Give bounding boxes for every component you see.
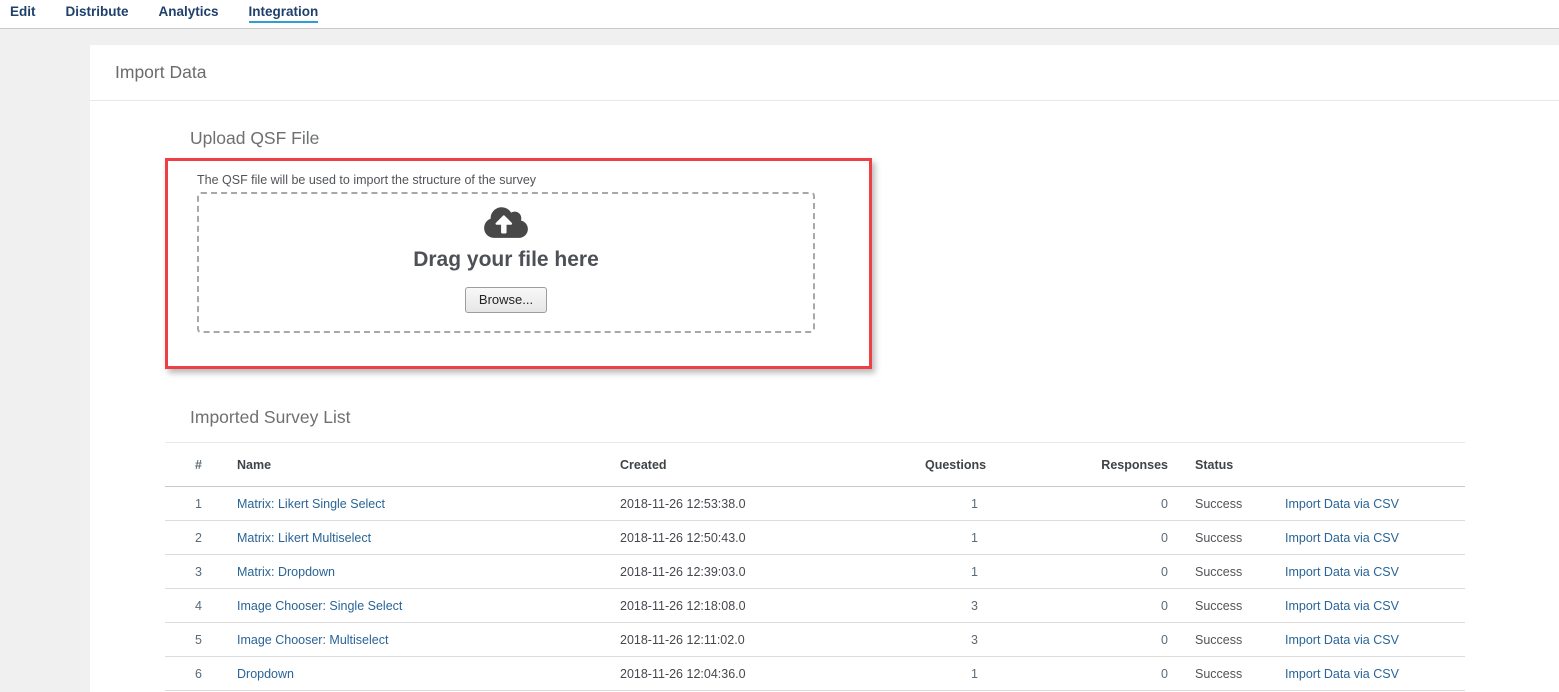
survey-name-link[interactable]: Dropdown [237,667,294,681]
dropzone-label: Drag your file here [413,248,599,272]
nav-item-edit[interactable]: Edit [10,5,36,24]
table-row: 1 Matrix: Likert Single Select 2018-11-2… [165,487,1465,521]
column-header-num: # [165,443,237,487]
row-status: Success [1178,657,1285,691]
row-created: 2018-11-26 12:11:02.0 [620,623,925,657]
table-row: 5 Image Chooser: Multiselect 2018-11-26 … [165,623,1465,657]
top-navigation: Edit Distribute Analytics Integration [0,0,1559,29]
import-csv-link[interactable]: Import Data via CSV [1285,497,1399,511]
nav-item-distribute[interactable]: Distribute [66,5,129,24]
row-status: Success [1178,589,1285,623]
survey-name-link[interactable]: Matrix: Likert Multiselect [237,531,371,545]
upload-annotation-highlight: The QSF file will be used to import the … [165,158,872,369]
table-row: 6 Dropdown 2018-11-26 12:04:36.0 1 0 Suc… [165,657,1465,691]
row-responses: 0 [988,487,1178,521]
row-created: 2018-11-26 12:50:43.0 [620,521,925,555]
row-created: 2018-11-26 12:39:03.0 [620,555,925,589]
column-header-responses: Responses [988,443,1178,487]
row-responses: 0 [988,623,1178,657]
content-card: Import Data Upload QSF File The QSF file… [90,45,1559,692]
upload-section-title: Upload QSF File [190,128,1559,149]
column-header-name: Name [237,443,620,487]
table-row: 4 Image Chooser: Single Select 2018-11-2… [165,589,1465,623]
column-header-status: Status [1178,443,1285,487]
title-divider [90,100,1559,101]
column-header-created: Created [620,443,925,487]
nav-item-analytics[interactable]: Analytics [159,5,219,24]
import-csv-link[interactable]: Import Data via CSV [1285,599,1399,613]
file-dropzone[interactable]: Drag your file here Browse... [197,192,815,333]
row-created: 2018-11-26 12:53:38.0 [620,487,925,521]
import-csv-link[interactable]: Import Data via CSV [1285,565,1399,579]
row-questions: 3 [925,623,988,657]
row-number: 1 [165,487,237,521]
row-number: 4 [165,589,237,623]
nav-item-integration[interactable]: Integration [249,5,319,24]
survey-name-link[interactable]: Image Chooser: Single Select [237,599,402,613]
browse-button[interactable]: Browse... [465,287,547,313]
row-questions: 1 [925,487,988,521]
import-csv-link[interactable]: Import Data via CSV [1285,531,1399,545]
row-questions: 3 [925,589,988,623]
survey-name-link[interactable]: Image Chooser: Multiselect [237,633,388,647]
row-created: 2018-11-26 12:04:36.0 [620,657,925,691]
row-responses: 0 [988,657,1178,691]
survey-name-link[interactable]: Matrix: Dropdown [237,565,335,579]
import-csv-link[interactable]: Import Data via CSV [1285,633,1399,647]
row-number: 6 [165,657,237,691]
row-responses: 0 [988,555,1178,589]
row-status: Success [1178,555,1285,589]
row-number: 5 [165,623,237,657]
table-row: 2 Matrix: Likert Multiselect 2018-11-26 … [165,521,1465,555]
page-title: Import Data [90,45,1559,100]
row-number: 3 [165,555,237,589]
table-header-row: # Name Created Questions Responses Statu… [165,443,1465,487]
cloud-upload-icon [483,205,529,245]
column-header-action [1285,443,1465,487]
survey-name-link[interactable]: Matrix: Likert Single Select [237,497,385,511]
row-questions: 1 [925,657,988,691]
row-responses: 0 [988,521,1178,555]
import-csv-link[interactable]: Import Data via CSV [1285,667,1399,681]
table-body: 1 Matrix: Likert Single Select 2018-11-2… [165,487,1465,691]
imported-survey-table: # Name Created Questions Responses Statu… [165,442,1465,691]
row-number: 2 [165,521,237,555]
row-questions: 1 [925,521,988,555]
row-status: Success [1178,521,1285,555]
row-status: Success [1178,623,1285,657]
row-questions: 1 [925,555,988,589]
upload-description: The QSF file will be used to import the … [197,173,869,187]
column-header-questions: Questions [925,443,988,487]
table-row: 3 Matrix: Dropdown 2018-11-26 12:39:03.0… [165,555,1465,589]
row-responses: 0 [988,589,1178,623]
survey-list-section-title: Imported Survey List [190,407,1559,428]
row-created: 2018-11-26 12:18:08.0 [620,589,925,623]
row-status: Success [1178,487,1285,521]
